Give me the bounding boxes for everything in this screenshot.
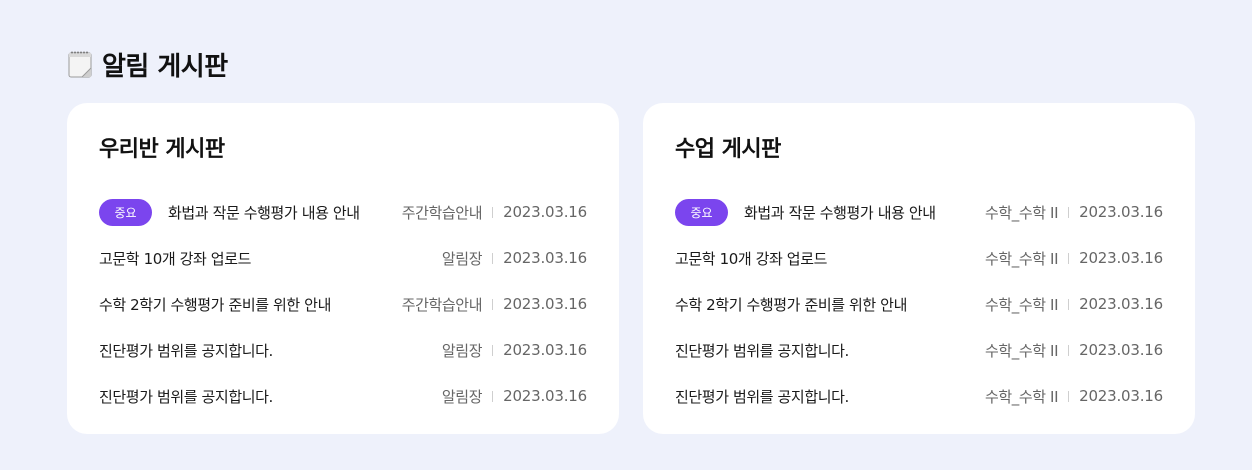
post-category: 알림장 bbox=[441, 249, 483, 268]
post-title[interactable]: 진단평가 범위를 공지합니다. bbox=[675, 386, 969, 407]
post-meta: 알림장 2023.03.16 bbox=[442, 340, 587, 361]
divider bbox=[1068, 252, 1070, 264]
divider bbox=[1068, 298, 1070, 310]
post-date: 2023.03.16 bbox=[503, 203, 587, 221]
post-category: 주간학습안내 bbox=[401, 203, 483, 222]
post-date: 2023.03.16 bbox=[1079, 341, 1163, 359]
post-row[interactable]: 수학 2학기 수행평가 준비를 위한 안내 수학_수학 II 2023.03.1… bbox=[675, 281, 1163, 327]
post-title[interactable]: 화법과 작문 수행평가 내용 안내 bbox=[168, 202, 386, 223]
post-row[interactable]: 진단평가 범위를 공지합니다. 수학_수학 II 2023.03.16 bbox=[675, 327, 1163, 373]
notepad-icon bbox=[68, 50, 94, 78]
post-row[interactable]: 고문학 10개 강좌 업로드 알림장 2023.03.16 bbox=[99, 235, 587, 281]
board-title: 우리반 게시판 bbox=[99, 137, 225, 162]
post-meta: 수학_수학 II 2023.03.16 bbox=[985, 248, 1163, 269]
divider bbox=[492, 298, 494, 310]
post-title[interactable]: 고문학 10개 강좌 업로드 bbox=[675, 248, 969, 269]
page-title: 알림 게시판 bbox=[102, 51, 228, 82]
important-badge: 중요 bbox=[675, 198, 728, 226]
post-meta: 알림장 2023.03.16 bbox=[442, 248, 587, 269]
divider bbox=[492, 390, 494, 402]
post-title[interactable]: 진단평가 범위를 공지합니다. bbox=[675, 340, 969, 361]
post-row[interactable]: 진단평가 범위를 공지합니다. 알림장 2023.03.16 bbox=[99, 373, 587, 419]
board-title: 수업 게시판 bbox=[675, 137, 781, 162]
post-row[interactable]: 중요 화법과 작문 수행평가 내용 안내 수학_수학 II 2023.03.16 bbox=[675, 189, 1163, 235]
divider bbox=[1068, 344, 1070, 356]
divider bbox=[1068, 206, 1070, 218]
lesson-board-card: 수업 게시판 중요 화법과 작문 수행평가 내용 안내 수학_수학 II 202… bbox=[643, 103, 1195, 434]
post-date: 2023.03.16 bbox=[1079, 387, 1163, 405]
notice-board-header: 알림 게시판 bbox=[68, 46, 228, 82]
post-list: 중요 화법과 작문 수행평가 내용 안내 주간학습안내 2023.03.16 고… bbox=[99, 189, 587, 419]
post-category: 수학_수학 II bbox=[984, 249, 1059, 268]
post-row[interactable]: 고문학 10개 강좌 업로드 수학_수학 II 2023.03.16 bbox=[675, 235, 1163, 281]
post-category: 수학_수학 II bbox=[984, 203, 1059, 222]
post-category: 알림장 bbox=[441, 341, 483, 360]
post-date: 2023.03.16 bbox=[503, 295, 587, 313]
post-meta: 수학_수학 II 2023.03.16 bbox=[985, 202, 1163, 223]
post-meta: 수학_수학 II 2023.03.16 bbox=[985, 386, 1163, 407]
post-date: 2023.03.16 bbox=[1079, 249, 1163, 267]
class-board-card: 우리반 게시판 중요 화법과 작문 수행평가 내용 안내 주간학습안내 2023… bbox=[67, 103, 619, 434]
post-meta: 주간학습안내 2023.03.16 bbox=[402, 294, 587, 315]
post-date: 2023.03.16 bbox=[503, 249, 587, 267]
post-row[interactable]: 진단평가 범위를 공지합니다. 수학_수학 II 2023.03.16 bbox=[675, 373, 1163, 419]
post-meta: 알림장 2023.03.16 bbox=[442, 386, 587, 407]
divider bbox=[492, 344, 494, 356]
post-title[interactable]: 화법과 작문 수행평가 내용 안내 bbox=[744, 202, 969, 223]
post-title[interactable]: 고문학 10개 강좌 업로드 bbox=[99, 248, 426, 269]
post-row[interactable]: 진단평가 범위를 공지합니다. 알림장 2023.03.16 bbox=[99, 327, 587, 373]
post-meta: 수학_수학 II 2023.03.16 bbox=[985, 294, 1163, 315]
post-meta: 주간학습안내 2023.03.16 bbox=[402, 202, 587, 223]
post-list: 중요 화법과 작문 수행평가 내용 안내 수학_수학 II 2023.03.16… bbox=[675, 189, 1163, 419]
post-meta: 수학_수학 II 2023.03.16 bbox=[985, 340, 1163, 361]
post-category: 주간학습안내 bbox=[401, 295, 483, 314]
post-category: 수학_수학 II bbox=[984, 387, 1059, 406]
post-row[interactable]: 중요 화법과 작문 수행평가 내용 안내 주간학습안내 2023.03.16 bbox=[99, 189, 587, 235]
divider bbox=[1068, 390, 1070, 402]
post-date: 2023.03.16 bbox=[1079, 295, 1163, 313]
post-row[interactable]: 수학 2학기 수행평가 준비를 위한 안내 주간학습안내 2023.03.16 bbox=[99, 281, 587, 327]
post-title[interactable]: 진단평가 범위를 공지합니다. bbox=[99, 340, 426, 361]
post-title[interactable]: 수학 2학기 수행평가 준비를 위한 안내 bbox=[99, 294, 386, 315]
divider bbox=[492, 252, 494, 264]
important-badge: 중요 bbox=[99, 198, 152, 226]
divider bbox=[492, 206, 494, 218]
post-category: 수학_수학 II bbox=[984, 341, 1059, 360]
post-category: 수학_수학 II bbox=[984, 295, 1059, 314]
post-title[interactable]: 수학 2학기 수행평가 준비를 위한 안내 bbox=[675, 294, 969, 315]
post-date: 2023.03.16 bbox=[1079, 203, 1163, 221]
post-date: 2023.03.16 bbox=[503, 387, 587, 405]
post-category: 알림장 bbox=[441, 387, 483, 406]
post-date: 2023.03.16 bbox=[503, 341, 587, 359]
post-title[interactable]: 진단평가 범위를 공지합니다. bbox=[99, 386, 426, 407]
